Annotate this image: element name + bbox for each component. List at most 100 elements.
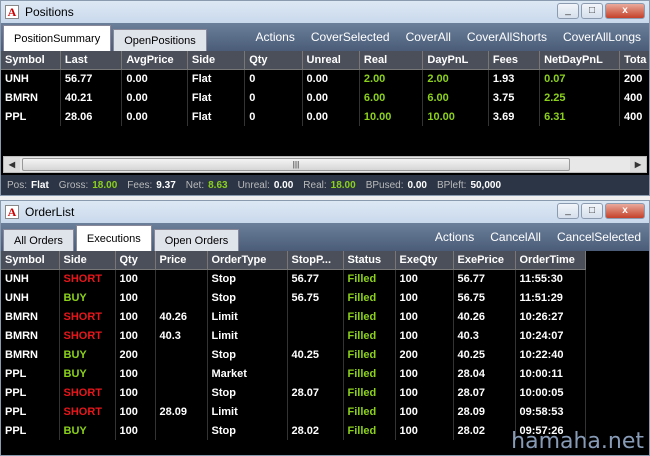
column-header[interactable]: Qty — [115, 251, 156, 270]
table-cell: 1.93 — [488, 69, 541, 88]
table-cell — [155, 364, 208, 383]
table-cell — [155, 383, 208, 402]
column-header[interactable]: Real — [359, 51, 424, 70]
orderlist-actions-menu[interactable]: Actions — [427, 230, 482, 244]
column-header[interactable]: Price — [155, 251, 208, 270]
column-header[interactable]: ExePrice — [453, 251, 516, 270]
column-header[interactable]: Last — [60, 51, 123, 70]
table-row[interactable]: PPL 28.06 0.00 Flat 0 0.00 10.00 10.00 3.69 6.31 4… — [1, 107, 649, 126]
table-cell: Limit — [207, 307, 288, 326]
table-row[interactable]: BMRN BUY 200 Stop 40.25 Filled 200 40.25 10:22:4… — [1, 345, 586, 364]
tab-all-orders[interactable]: All Orders — [3, 229, 74, 251]
orderlist-titlebar[interactable]: A OrderList _ □ x — [1, 201, 649, 223]
minimize-button[interactable]: _ — [557, 3, 579, 19]
table-cell: BUY — [59, 364, 116, 383]
column-header[interactable]: OrderType — [207, 251, 288, 270]
column-header[interactable]: ExeQty — [395, 251, 454, 270]
tab-open-positions[interactable]: OpenPositions — [113, 29, 207, 51]
table-cell: 0.00 — [121, 88, 188, 107]
table-cell: BUY — [59, 345, 116, 364]
positions-actions-menu[interactable]: Actions — [247, 30, 302, 44]
table-cell — [155, 288, 208, 307]
cover-all-shorts-button[interactable]: CoverAllShorts — [459, 30, 555, 44]
table-cell: 11:51:29 — [515, 288, 586, 307]
cancel-selected-button[interactable]: CancelSelected — [549, 230, 649, 244]
scroll-left-icon[interactable]: ◀ — [4, 157, 20, 172]
table-row[interactable]: UNH 56.77 0.00 Flat 0 0.00 2.00 2.00 1.93 0.07 200 — [1, 69, 649, 88]
positions-grid[interactable]: Symbol Last AvgPrice Side Qty Unreal Real DayPn… — [1, 51, 649, 175]
table-cell — [287, 307, 344, 326]
table-cell: SHORT — [59, 326, 116, 345]
table-cell: 100 — [115, 421, 156, 440]
table-cell: 56.77 — [287, 269, 344, 288]
table-row[interactable]: PPL SHORT 100 Stop 28.07 Filled 100 28.07 10:00:… — [1, 383, 586, 402]
cover-selected-button[interactable]: CoverSelected — [303, 30, 398, 44]
column-header[interactable]: Symbol — [1, 51, 61, 70]
table-row[interactable]: PPL BUY 100 Stop 28.02 Filled 100 28.02 09:57:26 — [1, 421, 586, 440]
table-cell: 2.00 — [422, 69, 489, 88]
table-row[interactable]: BMRN SHORT 100 40.3 Limit Filled 100 40.3 10:24:… — [1, 326, 586, 345]
maximize-button[interactable]: □ — [581, 3, 603, 19]
table-row[interactable]: UNH SHORT 100 Stop 56.77 Filled 100 56.77 11:55:… — [1, 269, 586, 288]
status-value: 0.00 — [407, 179, 427, 191]
column-header[interactable]: NetDayPnL — [539, 51, 620, 70]
horizontal-scrollbar[interactable]: ◀ ||| ▶ — [3, 156, 647, 173]
table-cell: Filled — [343, 288, 396, 307]
table-row[interactable]: PPL BUY 100 Market Filled 100 28.04 10:00:11 — [1, 364, 586, 383]
table-cell: 0.00 — [302, 69, 360, 88]
column-header[interactable]: Unreal — [302, 51, 360, 70]
close-button[interactable]: x — [605, 203, 645, 219]
status-label: Real: — [303, 179, 327, 191]
status-value: 9.37 — [156, 179, 176, 191]
table-cell: 10.00 — [359, 107, 424, 126]
column-header[interactable]: Side — [59, 251, 116, 270]
column-header[interactable]: Qty — [244, 51, 303, 70]
scroll-right-icon[interactable]: ▶ — [630, 157, 646, 172]
table-cell — [287, 402, 344, 421]
minimize-button[interactable]: _ — [557, 203, 579, 219]
tab-open-orders[interactable]: Open Orders — [153, 229, 240, 251]
maximize-button[interactable]: □ — [581, 203, 603, 219]
column-header[interactable]: AvgPrice — [121, 51, 188, 70]
table-cell: SHORT — [59, 307, 116, 326]
orderlist-grid[interactable]: Symbol Side Qty Price OrderType StopP... Statu… — [1, 251, 649, 455]
close-button[interactable]: x — [605, 3, 645, 19]
column-header[interactable]: DayPnL — [422, 51, 489, 70]
table-row[interactable]: UNH BUY 100 Stop 56.75 Filled 100 56.75 11:51:29 — [1, 288, 586, 307]
table-cell: 100 — [115, 326, 156, 345]
status-label: BPleft: — [436, 179, 467, 191]
table-cell — [287, 364, 344, 383]
table-cell: 40.26 — [453, 307, 516, 326]
tab-position-summary[interactable]: PositionSummary — [3, 25, 112, 51]
table-row[interactable]: BMRN 40.21 0.00 Flat 0 0.00 6.00 6.00 3.75 2.25 40… — [1, 88, 649, 107]
column-header[interactable]: StopP... — [287, 251, 344, 270]
positions-window: A Positions _ □ x PositionSummary OpenPo… — [0, 0, 650, 196]
column-header[interactable]: Tota — [619, 51, 649, 70]
cancel-all-button[interactable]: CancelAll — [482, 230, 549, 244]
positions-titlebar[interactable]: A Positions _ □ x — [1, 1, 649, 23]
table-cell: 0.07 — [539, 69, 620, 88]
table-cell: Flat — [187, 69, 246, 88]
table-cell: 100 — [395, 307, 454, 326]
column-header[interactable]: Fees — [488, 51, 541, 70]
table-cell: 10:00:11 — [515, 364, 586, 383]
cover-all-button[interactable]: CoverAll — [398, 30, 459, 44]
tab-executions[interactable]: Executions — [75, 225, 152, 251]
table-cell: 2.25 — [539, 88, 620, 107]
status-value: 18.00 — [330, 179, 356, 191]
status-label: Fees: — [127, 179, 153, 191]
cover-all-longs-button[interactable]: CoverAllLongs — [555, 30, 649, 44]
table-cell: Stop — [207, 383, 288, 402]
table-cell: 100 — [395, 421, 454, 440]
column-header[interactable]: Symbol — [1, 251, 60, 270]
table-row[interactable]: PPL SHORT 100 28.09 Limit Filled 100 28.09 09:58… — [1, 402, 586, 421]
column-header[interactable]: Side — [187, 51, 246, 70]
table-row[interactable]: BMRN SHORT 100 40.26 Limit Filled 100 40.26 10:2… — [1, 307, 586, 326]
scrollbar-thumb[interactable]: ||| — [22, 158, 570, 171]
table-cell: SHORT — [59, 402, 116, 421]
table-cell: 6.00 — [359, 88, 424, 107]
table-cell: BMRN — [1, 88, 61, 107]
column-header[interactable]: OrderTime — [515, 251, 586, 270]
table-cell: PPL — [1, 383, 60, 402]
column-header[interactable]: Status — [343, 251, 396, 270]
